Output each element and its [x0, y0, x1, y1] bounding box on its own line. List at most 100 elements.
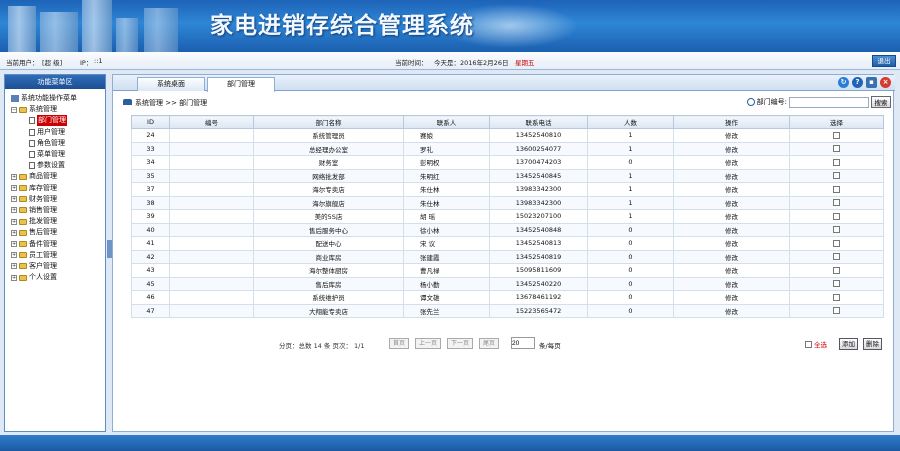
cell-action[interactable]: 修改 — [673, 249, 790, 264]
sidebar-item-params[interactable]: 参数设置 — [11, 160, 105, 171]
row-checkbox[interactable] — [833, 199, 840, 207]
tree-root[interactable]: 系统功能操作菜单 — [11, 93, 105, 104]
page-size-input[interactable] — [511, 337, 535, 349]
sidebar-item-personal[interactable]: + 个人设置 — [11, 272, 105, 283]
sidebar-item-sales[interactable]: + 销售管理 — [11, 205, 105, 216]
row-checkbox[interactable] — [833, 131, 840, 139]
column-header-name[interactable]: 部门名称 — [253, 115, 404, 129]
table-row[interactable]: 47 大翔能专卖店 张先兰 15223565472 0 修改 — [131, 303, 884, 318]
cell-action[interactable]: 修改 — [673, 168, 790, 183]
row-checkbox[interactable] — [833, 266, 840, 274]
search-button[interactable]: 搜索 — [871, 96, 891, 108]
department-code-input[interactable] — [789, 96, 869, 108]
sidebar-item-aftersales[interactable]: + 售后管理 — [11, 227, 105, 238]
column-header-phone[interactable]: 联系电话 — [489, 115, 588, 129]
sidebar-item-menus[interactable]: 菜单管理 — [11, 149, 105, 160]
cell-action[interactable]: 修改 — [673, 222, 790, 237]
sidebar-item-finance[interactable]: + 财务管理 — [11, 194, 105, 205]
table-row[interactable]: 43 海尔整体厨房 曹凡禄 15095811609 0 修改 — [131, 263, 884, 278]
sidebar-item-goods[interactable]: + 商品管理 — [11, 171, 105, 182]
expand-icon[interactable]: + — [11, 218, 17, 225]
cell-action[interactable]: 修改 — [673, 182, 790, 197]
table-row[interactable]: 33 总经理办公室 罗礼 13600254077 1 修改 — [131, 141, 884, 156]
cell-action[interactable]: 修改 — [673, 236, 790, 251]
logout-button[interactable]: 退出 — [872, 55, 896, 67]
row-checkbox[interactable] — [833, 280, 840, 288]
table-row[interactable]: 40 售后服务中心 徐小林 13452540848 0 修改 — [131, 222, 884, 237]
expand-icon[interactable]: + — [11, 185, 17, 192]
expand-icon[interactable]: + — [11, 196, 17, 203]
cell-contact: 杨小勤 — [403, 276, 490, 291]
collapse-icon[interactable]: − — [11, 106, 17, 113]
cell-action[interactable]: 修改 — [673, 195, 790, 210]
table-row[interactable]: 35 网络批发部 朱明红 13452540845 1 修改 — [131, 168, 884, 183]
table-row[interactable]: 39 美的5S店胡 瑶 15023207100 1 修改 — [131, 209, 884, 224]
table-row[interactable]: 38 海尔旗舰店 朱仕林 13983342300 1 修改 — [131, 195, 884, 210]
table-header-row: ID 编号 部门名称 联系人 联系电话 人数 操作 选择 — [131, 115, 884, 129]
sidebar-item-spareparts[interactable]: + 备件管理 — [11, 238, 105, 249]
row-checkbox[interactable] — [833, 293, 840, 301]
cell-action[interactable]: 修改 — [673, 303, 790, 318]
column-header-count[interactable]: 人数 — [587, 115, 674, 129]
table-row[interactable]: 45 售后库房 杨小勤 13452540220 0 修改 — [131, 276, 884, 291]
help-icon[interactable]: ? — [852, 77, 863, 88]
row-checkbox[interactable] — [833, 185, 840, 193]
table-row[interactable]: 34 财务室 彭明权 13700474203 0 修改 — [131, 155, 884, 170]
delete-button[interactable]: 删除 — [863, 338, 882, 350]
expand-icon[interactable]: + — [11, 263, 17, 270]
expand-icon[interactable]: + — [11, 274, 17, 281]
pager-info: 分页：总数 14 条 页次： 1/1 — [279, 342, 365, 350]
row-checkbox[interactable] — [833, 226, 840, 234]
sidebar-item-wholesale[interactable]: + 批发管理 — [11, 216, 105, 227]
row-checkbox[interactable] — [833, 253, 840, 261]
next-page-button[interactable]: 下一页 — [447, 338, 473, 349]
table-row[interactable]: 37 海尔专卖店 朱仕林 13983342300 1 修改 — [131, 182, 884, 197]
row-checkbox[interactable] — [833, 145, 840, 153]
column-header-id[interactable]: ID — [131, 115, 170, 129]
folder-icon — [19, 185, 27, 192]
cell-contact: 张先兰 — [403, 303, 490, 318]
sidebar-item-staff[interactable]: + 员工管理 — [11, 250, 105, 261]
table-row[interactable]: 41 配送中心宋 议 13452540813 0 修改 — [131, 236, 884, 251]
select-all[interactable]: 全选 — [805, 339, 827, 349]
table-row[interactable]: 46 系统维护员 谭文雄 13678461192 0 修改 — [131, 290, 884, 305]
prev-page-button[interactable]: 上一页 — [415, 338, 441, 349]
maximize-icon[interactable]: ▪ — [866, 77, 877, 88]
refresh-icon[interactable]: ↻ — [838, 77, 849, 88]
sidebar-item-customers[interactable]: + 客户管理 — [11, 261, 105, 272]
sidebar-item-users[interactable]: 用户管理 — [11, 127, 105, 138]
table-row[interactable]: 42 商业库房 张建霞 13452540819 0 修改 — [131, 249, 884, 264]
sidebar-item-department[interactable]: 部门管理 — [11, 115, 105, 127]
expand-icon[interactable]: + — [11, 252, 17, 259]
first-page-button[interactable]: 首页 — [389, 338, 409, 349]
cell-action[interactable]: 修改 — [673, 209, 790, 224]
row-checkbox[interactable] — [833, 212, 840, 220]
expand-icon[interactable]: + — [11, 173, 17, 180]
cell-action[interactable]: 修改 — [673, 290, 790, 305]
select-all-checkbox[interactable] — [805, 340, 812, 348]
cell-action[interactable]: 修改 — [673, 263, 790, 278]
weekday: 星期五 — [515, 59, 535, 67]
row-checkbox[interactable] — [833, 307, 840, 315]
column-header-code[interactable]: 编号 — [169, 115, 254, 129]
cell-action[interactable]: 修改 — [673, 276, 790, 291]
sidebar-item-system[interactable]: − 系统管理 — [11, 104, 105, 115]
cell-action[interactable]: 修改 — [673, 128, 790, 143]
close-icon[interactable]: × — [880, 77, 891, 88]
sidebar-item-inventory[interactable]: + 库存管理 — [11, 183, 105, 194]
expand-icon[interactable]: + — [11, 229, 17, 236]
add-button[interactable]: 添加 — [839, 338, 858, 350]
tab-desktop[interactable]: 系统桌面 — [137, 77, 205, 91]
column-header-contact[interactable]: 联系人 — [403, 115, 490, 129]
sidebar-item-roles[interactable]: 角色管理 — [11, 138, 105, 149]
row-checkbox[interactable] — [833, 158, 840, 166]
expand-icon[interactable]: + — [11, 207, 17, 214]
cell-action[interactable]: 修改 — [673, 141, 790, 156]
cell-action[interactable]: 修改 — [673, 155, 790, 170]
table-row[interactable]: 24 系统管理员 赛娘 13452540810 1 修改 — [131, 128, 884, 143]
tab-department[interactable]: 部门管理 — [207, 77, 275, 92]
expand-icon[interactable]: + — [11, 241, 17, 248]
last-page-button[interactable]: 尾页 — [479, 338, 499, 349]
row-checkbox[interactable] — [833, 172, 840, 180]
row-checkbox[interactable] — [833, 239, 840, 247]
